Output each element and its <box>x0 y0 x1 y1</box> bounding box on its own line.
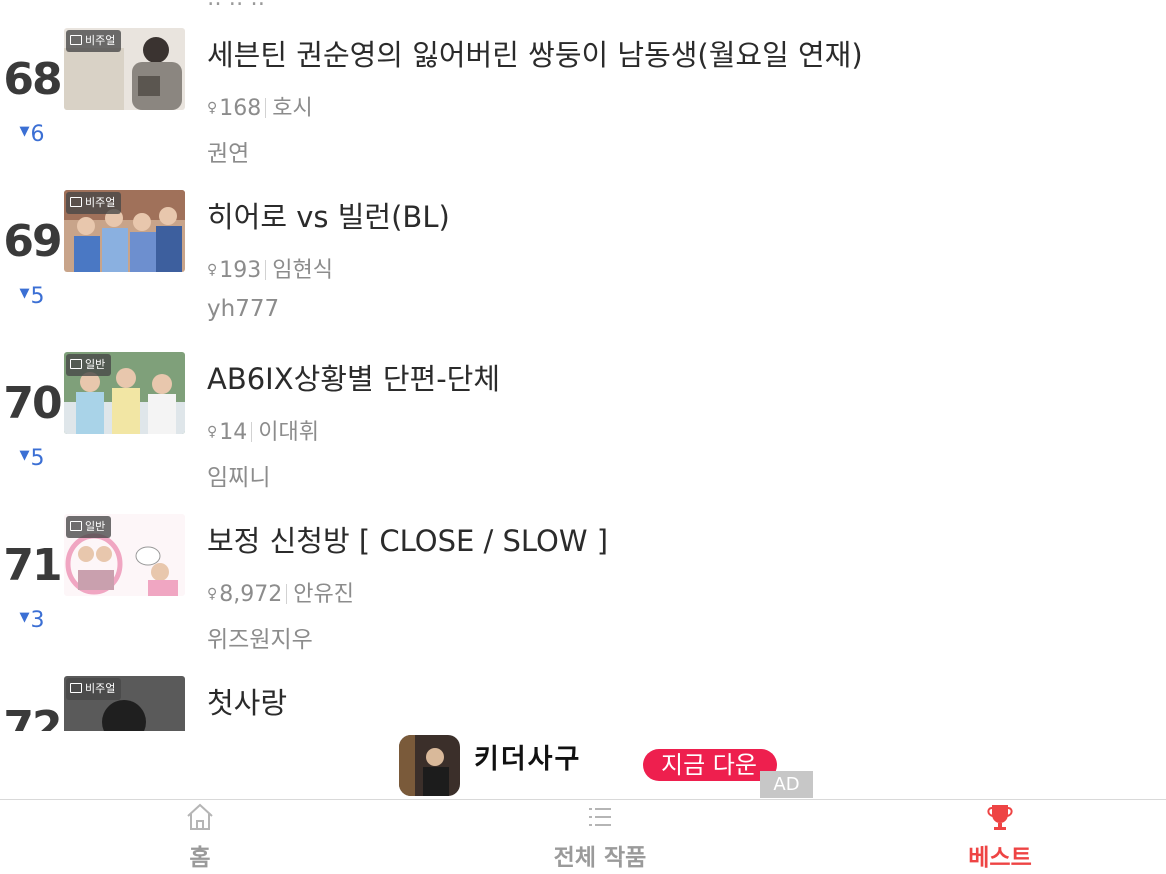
ad-app-name[interactable]: 키더사구 <box>474 737 581 776</box>
rank-change: ▼5 <box>19 284 45 309</box>
list-item-72[interactable]: 72 비주얼 첫사랑 <box>0 676 1166 731</box>
list-item-70[interactable]: 70 ▼5 일반 AB6IX상황별 단편-단체 ♀14 이대휘 임찌니 <box>0 352 1166 514</box>
story-meta: ♀168 호시 <box>207 90 313 122</box>
author-name[interactable]: 권연 <box>207 134 249 168</box>
type-badge: 일반 <box>66 354 112 376</box>
tab-label: 홈 <box>189 845 211 871</box>
divider <box>251 422 253 442</box>
home-icon <box>187 803 213 830</box>
rank-change: ▼6 <box>19 122 45 147</box>
author-name[interactable]: 위즈원지우 <box>207 620 313 654</box>
rank-down-icon: ▼ <box>19 124 30 139</box>
image-icon <box>70 683 82 693</box>
ad-banner[interactable]: 키더사구 지금 다운 AD <box>0 731 1166 799</box>
thumbnail[interactable]: 일반 <box>64 352 185 434</box>
image-icon <box>70 35 82 45</box>
reader-count: 8,972 <box>219 582 283 607</box>
rank-change: ▼5 <box>19 446 45 471</box>
thumbnail[interactable]: 비주얼 <box>64 28 185 110</box>
person-icon: ♀ <box>207 424 218 440</box>
tab-best[interactable]: 베스트 <box>900 800 1100 874</box>
tab-label: 베스트 <box>968 845 1032 871</box>
reader-count: 193 <box>219 258 262 283</box>
story-title[interactable]: 보정 신청방 [ CLOSE / SLOW ] <box>207 518 608 560</box>
type-badge: 비주얼 <box>66 30 122 52</box>
author-name[interactable]: yh777 <box>207 296 279 322</box>
image-icon <box>70 197 82 207</box>
author-name[interactable]: 임찌니 <box>207 458 270 492</box>
ranking-list: ‥ ‥ ‥ 68 ▼6 비주얼 세븐틴 권순영의 잃어버린 쌍둥이 남동생(월요… <box>0 0 1166 731</box>
story-meta: ♀193 임현식 <box>207 252 333 284</box>
previous-row-cut-off: ‥ ‥ ‥ <box>207 0 265 11</box>
ad-download-button[interactable]: 지금 다운 <box>643 749 777 781</box>
rank-number: 69 <box>3 216 62 267</box>
divider <box>286 584 288 604</box>
trophy-icon <box>987 805 1013 830</box>
type-badge: 비주얼 <box>66 192 122 214</box>
rank-number: 68 <box>3 54 62 105</box>
person-icon: ♀ <box>207 586 218 602</box>
thumbnail[interactable]: 비주얼 <box>64 190 185 272</box>
member-name: 호시 <box>272 96 313 121</box>
bottom-tab-bar: 홈 전체 작품 베스트 <box>0 799 1166 874</box>
divider <box>265 98 267 118</box>
rank-down-icon: ▼ <box>19 286 30 301</box>
thumbnail[interactable]: 비주얼 <box>64 676 185 731</box>
ad-label: AD <box>760 771 813 798</box>
thumbnail[interactable]: 일반 <box>64 514 185 596</box>
list-item-68[interactable]: 68 ▼6 비주얼 세븐틴 권순영의 잃어버린 쌍둥이 남동생(월요일 연재) … <box>0 28 1166 190</box>
rank-number: 70 <box>3 378 62 429</box>
document-icon <box>70 359 82 369</box>
member-name: 이대휘 <box>258 420 319 445</box>
story-title[interactable]: 히어로 vs 빌런(BL) <box>207 194 450 236</box>
reader-count: 168 <box>219 96 262 121</box>
rank-down-icon: ▼ <box>19 610 30 625</box>
rank-number: 71 <box>3 540 62 591</box>
tab-home[interactable]: 홈 <box>100 800 300 874</box>
list-icon <box>589 808 611 826</box>
member-name: 임현식 <box>272 258 333 283</box>
story-meta: ♀8,972 안유진 <box>207 576 354 608</box>
document-icon <box>70 521 82 531</box>
type-badge: 일반 <box>66 516 112 538</box>
rank-down-icon: ▼ <box>19 448 30 463</box>
type-badge: 비주얼 <box>66 678 122 700</box>
story-title[interactable]: 첫사랑 <box>207 680 287 722</box>
reader-count: 14 <box>219 420 248 445</box>
divider <box>265 260 267 280</box>
ad-app-icon[interactable] <box>399 735 460 796</box>
tab-label: 전체 작품 <box>553 845 647 871</box>
rank-change: ▼3 <box>19 608 45 633</box>
rank-number: 72 <box>3 702 62 731</box>
person-icon: ♀ <box>207 100 218 116</box>
tab-all-works[interactable]: 전체 작품 <box>500 800 700 874</box>
list-item-69[interactable]: 69 ▼5 비주얼 히어로 vs 빌런(BL) ♀193 임현식 yh777 <box>0 190 1166 352</box>
person-icon: ♀ <box>207 262 218 278</box>
story-meta: ♀14 이대휘 <box>207 414 319 446</box>
story-title[interactable]: AB6IX상황별 단편-단체 <box>207 356 500 398</box>
member-name: 안유진 <box>293 582 354 607</box>
list-item-71[interactable]: 71 ▼3 일반 보정 신청방 [ CLOSE / SLOW ] ♀8,972 안… <box>0 514 1166 676</box>
story-title[interactable]: 세븐틴 권순영의 잃어버린 쌍둥이 남동생(월요일 연재) <box>207 32 863 74</box>
